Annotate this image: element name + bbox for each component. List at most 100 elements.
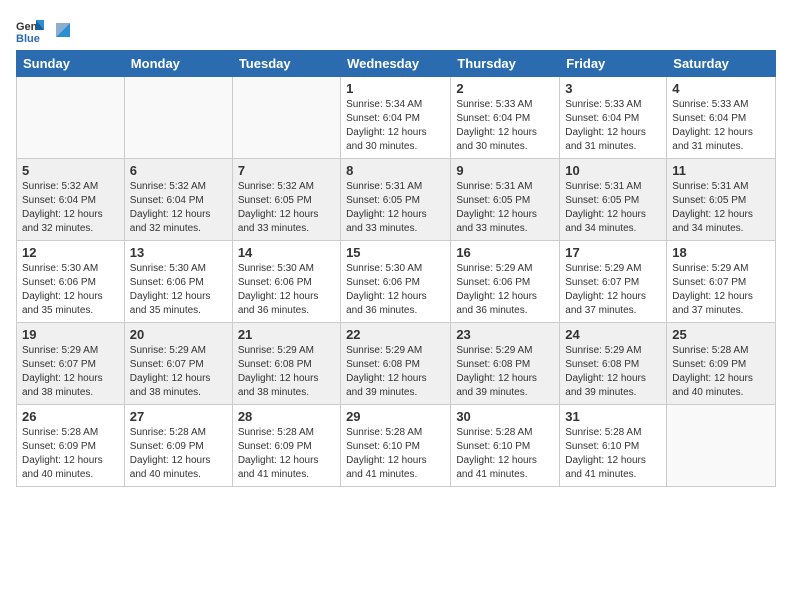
col-header-tuesday: Tuesday bbox=[232, 51, 340, 77]
day-number: 13 bbox=[130, 245, 227, 260]
table-row: 30 Sunrise: 5:28 AMSunset: 6:10 PMDayligh… bbox=[451, 405, 560, 487]
table-row: 23 Sunrise: 5:29 AMSunset: 6:08 PMDayligh… bbox=[451, 323, 560, 405]
table-row: 1 Sunrise: 5:34 AMSunset: 6:04 PMDaylight… bbox=[341, 77, 451, 159]
day-content: Sunrise: 5:33 AMSunset: 6:04 PMDaylight:… bbox=[565, 98, 661, 154]
day-content: Sunrise: 5:32 AMSunset: 6:04 PMDaylight:… bbox=[130, 180, 227, 236]
table-row: 7 Sunrise: 5:32 AMSunset: 6:05 PMDaylight… bbox=[232, 159, 340, 241]
day-number: 5 bbox=[22, 163, 119, 178]
calendar-week-row: 19 Sunrise: 5:29 AMSunset: 6:07 PMDayligh… bbox=[17, 323, 776, 405]
day-number: 6 bbox=[130, 163, 227, 178]
table-row: 17 Sunrise: 5:29 AMSunset: 6:07 PMDayligh… bbox=[560, 241, 667, 323]
table-row: 28Sunrise: 5:28 AMSunset: 6:09 PMDayligh… bbox=[232, 405, 340, 487]
day-content: Sunrise: 5:32 AMSunset: 6:04 PMDaylight:… bbox=[22, 180, 119, 236]
calendar-week-row: 5 Sunrise: 5:32 AMSunset: 6:04 PMDaylight… bbox=[17, 159, 776, 241]
table-row: 25 Sunrise: 5:28 AMSunset: 6:09 PMDayligh… bbox=[667, 323, 776, 405]
day-content: Sunrise: 5:30 AMSunset: 6:06 PMDaylight:… bbox=[130, 262, 227, 318]
day-content: Sunrise: 5:28 AMSunset: 6:10 PMDaylight:… bbox=[565, 426, 661, 482]
page-container: General Blue Sunda bbox=[0, 0, 792, 497]
table-row: 27 Sunrise: 5:28 AMSunset: 6:09 PMDayligh… bbox=[124, 405, 232, 487]
day-number: 21 bbox=[238, 327, 335, 342]
table-row: 22 Sunrise: 5:29 AMSunset: 6:08 PMDayligh… bbox=[341, 323, 451, 405]
day-number: 20 bbox=[130, 327, 227, 342]
table-row: 15 Sunrise: 5:30 AMSunset: 6:06 PMDayligh… bbox=[341, 241, 451, 323]
day-number: 17 bbox=[565, 245, 661, 260]
day-content: Sunrise: 5:33 AMSunset: 6:04 PMDaylight:… bbox=[672, 98, 770, 154]
day-number: 31 bbox=[565, 409, 661, 424]
table-row: 8Sunrise: 5:31 AMSunset: 6:05 PMDaylight… bbox=[341, 159, 451, 241]
day-number: 9 bbox=[456, 163, 554, 178]
table-row: 12 Sunrise: 5:30 AMSunset: 6:06 PMDayligh… bbox=[17, 241, 125, 323]
table-row: 21 Sunrise: 5:29 AMSunset: 6:08 PMDayligh… bbox=[232, 323, 340, 405]
day-content: Sunrise: 5:31 AMSunset: 6:05 PMDaylight:… bbox=[565, 180, 661, 236]
day-content: Sunrise: 5:29 AMSunset: 6:07 PMDaylight:… bbox=[672, 262, 770, 318]
day-content: Sunrise: 5:28 AMSunset: 6:09 PMDaylight:… bbox=[130, 426, 227, 482]
calendar-week-row: 26 Sunrise: 5:28 AMSunset: 6:09 PMDayligh… bbox=[17, 405, 776, 487]
logo-icon: General Blue bbox=[16, 16, 44, 44]
day-content: Sunrise: 5:28 AMSunset: 6:09 PMDaylight:… bbox=[672, 344, 770, 400]
table-row: 24 Sunrise: 5:29 AMSunset: 6:08 PMDayligh… bbox=[560, 323, 667, 405]
table-row bbox=[124, 77, 232, 159]
day-content: Sunrise: 5:29 AMSunset: 6:08 PMDaylight:… bbox=[456, 344, 554, 400]
calendar-header-row: SundayMondayTuesdayWednesdayThursdayFrid… bbox=[17, 51, 776, 77]
day-content: Sunrise: 5:33 AMSunset: 6:04 PMDaylight:… bbox=[456, 98, 554, 154]
day-content: Sunrise: 5:29 AMSunset: 6:08 PMDaylight:… bbox=[238, 344, 335, 400]
day-number: 24 bbox=[565, 327, 661, 342]
col-header-wednesday: Wednesday bbox=[341, 51, 451, 77]
logo: General Blue bbox=[16, 16, 74, 44]
day-content: Sunrise: 5:28 AMSunset: 6:09 PMDaylight:… bbox=[238, 426, 335, 482]
day-number: 25 bbox=[672, 327, 770, 342]
day-number: 4 bbox=[672, 81, 770, 96]
table-row: 31 Sunrise: 5:28 AMSunset: 6:10 PMDayligh… bbox=[560, 405, 667, 487]
table-row: 26Sunrise: 5:28 AMSunset: 6:09 PMDayligh… bbox=[17, 405, 125, 487]
day-content: Sunrise: 5:28 AMSunset: 6:10 PMDaylight:… bbox=[346, 426, 445, 482]
day-number: 27 bbox=[130, 409, 227, 424]
day-content: Sunrise: 5:29 AMSunset: 6:08 PMDaylight:… bbox=[565, 344, 661, 400]
table-row: 18 Sunrise: 5:29 AMSunset: 6:07 PMDayligh… bbox=[667, 241, 776, 323]
svg-text:Blue: Blue bbox=[16, 33, 40, 44]
day-content: Sunrise: 5:29 AMSunset: 6:08 PMDaylight:… bbox=[346, 344, 445, 400]
day-number: 3 bbox=[565, 81, 661, 96]
table-row: 16 Sunrise: 5:29 AMSunset: 6:06 PMDayligh… bbox=[451, 241, 560, 323]
calendar-week-row: 12 Sunrise: 5:30 AMSunset: 6:06 PMDayligh… bbox=[17, 241, 776, 323]
day-content: Sunrise: 5:34 AMSunset: 6:04 PMDaylight:… bbox=[346, 98, 445, 154]
day-content: Sunrise: 5:29 AMSunset: 6:07 PMDaylight:… bbox=[22, 344, 119, 400]
col-header-monday: Monday bbox=[124, 51, 232, 77]
col-header-saturday: Saturday bbox=[667, 51, 776, 77]
day-content: Sunrise: 5:32 AMSunset: 6:05 PMDaylight:… bbox=[238, 180, 335, 236]
day-number: 7 bbox=[238, 163, 335, 178]
day-number: 10 bbox=[565, 163, 661, 178]
table-row bbox=[667, 405, 776, 487]
table-row: 6 Sunrise: 5:32 AMSunset: 6:04 PMDaylight… bbox=[124, 159, 232, 241]
day-content: Sunrise: 5:30 AMSunset: 6:06 PMDaylight:… bbox=[346, 262, 445, 318]
day-content: Sunrise: 5:29 AMSunset: 6:07 PMDaylight:… bbox=[130, 344, 227, 400]
col-header-sunday: Sunday bbox=[17, 51, 125, 77]
table-row: 19 Sunrise: 5:29 AMSunset: 6:07 PMDayligh… bbox=[17, 323, 125, 405]
day-number: 14 bbox=[238, 245, 335, 260]
day-number: 30 bbox=[456, 409, 554, 424]
day-number: 26 bbox=[22, 409, 119, 424]
day-number: 29 bbox=[346, 409, 445, 424]
day-content: Sunrise: 5:29 AMSunset: 6:06 PMDaylight:… bbox=[456, 262, 554, 318]
table-row: 11 Sunrise: 5:31 AMSunset: 6:05 PMDayligh… bbox=[667, 159, 776, 241]
table-row: 5 Sunrise: 5:32 AMSunset: 6:04 PMDaylight… bbox=[17, 159, 125, 241]
day-content: Sunrise: 5:31 AMSunset: 6:05 PMDaylight:… bbox=[672, 180, 770, 236]
day-number: 18 bbox=[672, 245, 770, 260]
table-row: 20 Sunrise: 5:29 AMSunset: 6:07 PMDayligh… bbox=[124, 323, 232, 405]
day-number: 11 bbox=[672, 163, 770, 178]
day-content: Sunrise: 5:29 AMSunset: 6:07 PMDaylight:… bbox=[565, 262, 661, 318]
day-number: 12 bbox=[22, 245, 119, 260]
day-number: 15 bbox=[346, 245, 445, 260]
day-content: Sunrise: 5:28 AMSunset: 6:10 PMDaylight:… bbox=[456, 426, 554, 482]
day-number: 19 bbox=[22, 327, 119, 342]
day-number: 22 bbox=[346, 327, 445, 342]
day-number: 1 bbox=[346, 81, 445, 96]
col-header-friday: Friday bbox=[560, 51, 667, 77]
day-content: Sunrise: 5:31 AMSunset: 6:05 PMDaylight:… bbox=[346, 180, 445, 236]
day-number: 16 bbox=[456, 245, 554, 260]
day-content: Sunrise: 5:30 AMSunset: 6:06 PMDaylight:… bbox=[22, 262, 119, 318]
day-number: 23 bbox=[456, 327, 554, 342]
col-header-thursday: Thursday bbox=[451, 51, 560, 77]
header: General Blue bbox=[16, 16, 776, 44]
table-row bbox=[232, 77, 340, 159]
table-row: 2Sunrise: 5:33 AMSunset: 6:04 PMDaylight… bbox=[451, 77, 560, 159]
